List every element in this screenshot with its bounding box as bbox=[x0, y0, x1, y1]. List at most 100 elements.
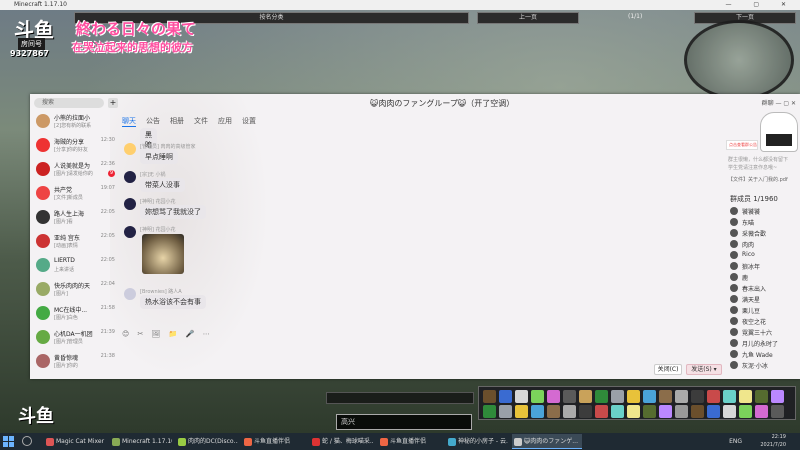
inventory-slot[interactable] bbox=[563, 390, 576, 403]
sender-avatar[interactable] bbox=[124, 288, 136, 300]
input-language[interactable]: ENG bbox=[729, 438, 742, 445]
chat-image[interactable] bbox=[142, 234, 184, 274]
session-item[interactable]: 黄昏惊魂 [图片]你的 21:38 bbox=[30, 350, 118, 374]
member-item[interactable]: 狼冰年 bbox=[730, 261, 800, 272]
inventory-slot[interactable] bbox=[739, 405, 752, 418]
tab-5[interactable]: 设置 bbox=[242, 116, 256, 126]
inventory-slot[interactable] bbox=[611, 405, 624, 418]
inventory-slot[interactable] bbox=[723, 405, 736, 418]
inventory-slot[interactable] bbox=[483, 390, 496, 403]
microphone-icon[interactable]: 🎤 bbox=[186, 330, 195, 338]
close-button[interactable]: 关闭(C) bbox=[654, 364, 682, 375]
sender-avatar[interactable] bbox=[124, 198, 136, 210]
member-item[interactable]: 鹿 bbox=[730, 272, 800, 283]
minecraft-hotbar[interactable] bbox=[326, 392, 474, 404]
inventory-slot[interactable] bbox=[755, 405, 768, 418]
inventory-slot[interactable] bbox=[675, 390, 688, 403]
inventory-slot[interactable] bbox=[675, 405, 688, 418]
search-icon[interactable] bbox=[22, 436, 32, 446]
folder-icon[interactable]: 📁 bbox=[169, 330, 178, 338]
minecraft-inventory[interactable] bbox=[478, 386, 796, 420]
tab-1[interactable]: 公告 bbox=[146, 116, 160, 126]
send-button[interactable]: 发送(S) ▾ bbox=[686, 364, 722, 375]
inventory-slot[interactable] bbox=[515, 405, 528, 418]
inventory-slot[interactable] bbox=[771, 390, 784, 403]
member-item[interactable]: 夜空之花 bbox=[730, 316, 800, 327]
tab-0[interactable]: 聊天 bbox=[122, 116, 136, 127]
member-item[interactable]: 九鱼 Wade bbox=[730, 349, 800, 360]
minecraft-chat-input[interactable]: 高兴 bbox=[336, 414, 472, 430]
inventory-slot[interactable] bbox=[643, 390, 656, 403]
tab-2[interactable]: 相册 bbox=[170, 116, 184, 126]
session-search-input[interactable]: 搜索 bbox=[34, 98, 104, 108]
member-item[interactable]: 饕饕饕 bbox=[730, 206, 800, 217]
sender-avatar[interactable] bbox=[124, 143, 136, 155]
inventory-slot[interactable] bbox=[499, 405, 512, 418]
taskbar-app[interactable]: 肉肉的DC(Disco... bbox=[176, 434, 238, 449]
inventory-slot[interactable] bbox=[531, 390, 544, 403]
inventory-slot[interactable] bbox=[643, 405, 656, 418]
previous-page-button[interactable]: 上一页 bbox=[477, 12, 579, 24]
emoji-icon[interactable]: 😊 bbox=[122, 330, 129, 338]
session-item[interactable]: MC在线中... [图片]白色 21:58 bbox=[30, 302, 118, 326]
taskbar-app[interactable]: Magic Cat Mixer bbox=[44, 434, 106, 449]
session-item[interactable]: 心机DA一机团 [图片]管理员 21:39 bbox=[30, 326, 118, 350]
window-controls[interactable]: — ▢ ✕ bbox=[725, 0, 796, 10]
member-item[interactable]: 春末出入 bbox=[730, 283, 800, 294]
inventory-slot[interactable] bbox=[755, 390, 768, 403]
inventory-slot[interactable] bbox=[691, 390, 704, 403]
member-item[interactable]: 满天星 bbox=[730, 294, 800, 305]
session-item[interactable]: 小熊的拉面小 [2]您有新的联系 bbox=[30, 110, 118, 134]
inventory-slot[interactable] bbox=[723, 390, 736, 403]
inventory-slot[interactable] bbox=[579, 390, 592, 403]
screenshot-icon[interactable]: ✂ bbox=[138, 330, 144, 338]
member-item[interactable]: 霓翼三十六 bbox=[730, 327, 800, 338]
session-item[interactable]: 人说美就是为 [图片]请发给你的 22:36 9 bbox=[30, 158, 118, 182]
tab-4[interactable]: 应用 bbox=[218, 116, 232, 126]
more-icon[interactable]: ⋯ bbox=[203, 330, 210, 338]
inventory-slot[interactable] bbox=[659, 390, 672, 403]
inventory-slot[interactable] bbox=[547, 390, 560, 403]
member-item[interactable]: 月儿的永时了 bbox=[730, 338, 800, 349]
session-item[interactable]: 亚纯 宫东 [动画]表情 22:05 bbox=[30, 230, 118, 254]
inventory-slot[interactable] bbox=[691, 405, 704, 418]
announcement-file-link[interactable]: 【文件】关于入门我的.pdf bbox=[728, 176, 788, 183]
inventory-slot[interactable] bbox=[659, 405, 672, 418]
inventory-slot[interactable] bbox=[739, 390, 752, 403]
taskbar-app[interactable]: 神秘的小房子 - 云... bbox=[446, 434, 508, 449]
add-icon[interactable]: + bbox=[108, 98, 118, 108]
session-item[interactable]: 路人生上海 [图片]看 22:05 bbox=[30, 206, 118, 230]
taskbar-app[interactable]: 斗鱼直播伴侣 bbox=[378, 434, 442, 449]
inventory-slot[interactable] bbox=[547, 405, 560, 418]
taskbar-app[interactable]: Minecraft 1.17.10 bbox=[110, 434, 172, 449]
inventory-slot[interactable] bbox=[499, 390, 512, 403]
inventory-slot[interactable] bbox=[563, 405, 576, 418]
session-item[interactable]: 快乐肉肉的天 [图片] 22:04 bbox=[30, 278, 118, 302]
tab-3[interactable]: 文件 bbox=[194, 116, 208, 126]
inventory-slot[interactable] bbox=[483, 405, 496, 418]
image-icon[interactable]: 🖼 bbox=[152, 330, 161, 338]
inventory-slot[interactable] bbox=[595, 390, 608, 403]
member-item[interactable]: 采薇合歡 bbox=[730, 228, 800, 239]
inventory-slot[interactable] bbox=[531, 405, 544, 418]
member-item[interactable]: 灰泥·小冰 bbox=[730, 360, 800, 371]
session-item[interactable]: 共产党 [文件]新成员 19:07 bbox=[30, 182, 118, 206]
inventory-slot[interactable] bbox=[627, 405, 640, 418]
titlebar-controls[interactable]: 群聊 — ▢ ✕ bbox=[762, 98, 796, 107]
inventory-slot[interactable] bbox=[579, 405, 592, 418]
sender-avatar[interactable] bbox=[124, 226, 136, 238]
session-item[interactable]: 海贼的分享 [分享]你的好友 12:30 bbox=[30, 134, 118, 158]
message-input[interactable] bbox=[122, 342, 722, 362]
inventory-slot[interactable] bbox=[595, 405, 608, 418]
member-item[interactable]: 肉肉 bbox=[730, 239, 800, 250]
member-item[interactable]: Rico bbox=[730, 250, 800, 261]
taskbar-app[interactable]: 斗鱼直播伴侣 bbox=[242, 434, 304, 449]
clock-time[interactable]: 22:19 bbox=[772, 434, 786, 440]
taskbar-app[interactable]: 😺肉肉のファンゲ... bbox=[512, 434, 582, 449]
clock-date[interactable]: 2021/7/20 bbox=[760, 442, 786, 448]
inventory-slot[interactable] bbox=[707, 405, 720, 418]
session-item[interactable]: LIERTD 上来讲话 22:05 bbox=[30, 254, 118, 278]
inventory-slot[interactable] bbox=[627, 390, 640, 403]
inventory-slot[interactable] bbox=[515, 390, 528, 403]
inventory-slot[interactable] bbox=[611, 390, 624, 403]
